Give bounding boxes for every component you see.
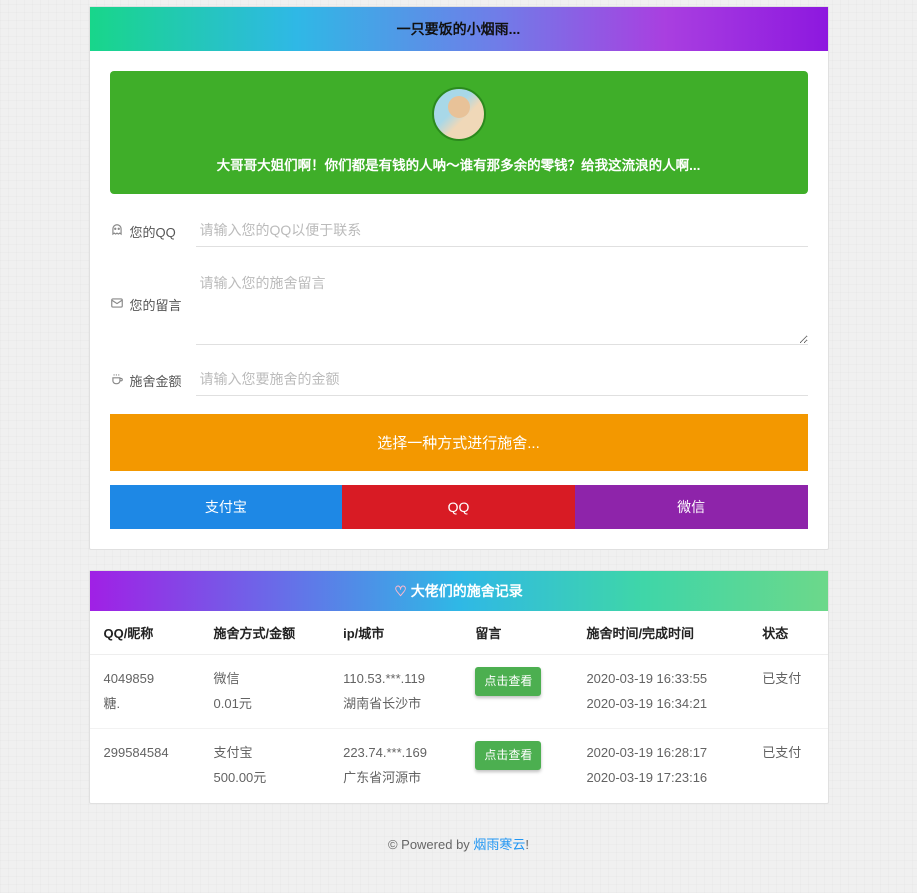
view-message-button[interactable]: 点击查看 xyxy=(475,667,541,696)
qq-label: 您的QQ xyxy=(110,214,196,241)
cell-method: 支付宝500.00元 xyxy=(200,729,330,803)
table-header-row: QQ/昵称 施舍方式/金额 ip/城市 留言 施舍时间/完成时间 状态 xyxy=(90,611,828,655)
message-row: 您的留言 xyxy=(110,265,808,345)
col-time: 施舍时间/完成时间 xyxy=(572,611,748,655)
amount-row: 施舍金额 xyxy=(110,363,808,396)
footer-suffix: ! xyxy=(525,837,529,852)
qq-input[interactable] xyxy=(196,214,808,247)
alipay-button[interactable]: 支付宝 xyxy=(110,485,343,529)
qq-row: 您的QQ xyxy=(110,214,808,247)
amount-label: 施舍金额 xyxy=(110,363,196,390)
col-ip: ip/城市 xyxy=(329,611,461,655)
cell-msg: 点击查看 xyxy=(461,655,572,729)
message-input[interactable] xyxy=(196,265,808,345)
view-message-button[interactable]: 点击查看 xyxy=(475,741,541,770)
message-label: 您的留言 xyxy=(110,265,196,314)
cell-qq: 4049859糖. xyxy=(90,655,200,729)
table-row: 4049859糖.微信0.01元110.53.***.119湖南省长沙市点击查看… xyxy=(90,655,828,729)
greeting-text: 大哥哥大姐们啊！你们都是有钱的人呐～谁有那多余的零钱？给我这流浪的人啊... xyxy=(130,154,788,174)
footer: © Powered by 烟雨寒云! xyxy=(89,834,829,853)
payment-row: 支付宝 QQ 微信 xyxy=(110,485,808,529)
card-title: 一只要饭的小烟雨... xyxy=(90,7,828,51)
choose-method-button[interactable]: 选择一种方式进行施舍... xyxy=(110,414,808,471)
ghost-icon xyxy=(110,223,124,240)
cell-status: 已支付 xyxy=(748,729,827,803)
col-status: 状态 xyxy=(748,611,827,655)
amount-input[interactable] xyxy=(196,363,808,396)
col-msg: 留言 xyxy=(461,611,572,655)
qq-pay-button[interactable]: QQ xyxy=(342,485,575,529)
coffee-icon xyxy=(110,372,124,389)
cell-msg: 点击查看 xyxy=(461,729,572,803)
avatar xyxy=(432,87,486,141)
cell-qq: 299584584 xyxy=(90,729,200,803)
greeting-panel: 大哥哥大姐们啊！你们都是有钱的人呐～谁有那多余的零钱？给我这流浪的人啊... xyxy=(110,71,808,194)
cell-time: 2020-03-19 16:33:552020-03-19 16:34:21 xyxy=(572,655,748,729)
wechat-button[interactable]: 微信 xyxy=(575,485,808,529)
cell-status: 已支付 xyxy=(748,655,827,729)
cell-ip: 110.53.***.119湖南省长沙市 xyxy=(329,655,461,729)
records-table: QQ/昵称 施舍方式/金额 ip/城市 留言 施舍时间/完成时间 状态 4049… xyxy=(90,611,828,803)
col-qq: QQ/昵称 xyxy=(90,611,200,655)
mail-icon xyxy=(110,296,124,313)
cell-time: 2020-03-19 16:28:172020-03-19 17:23:16 xyxy=(572,729,748,803)
cell-ip: 223.74.***.169广东省河源市 xyxy=(329,729,461,803)
donation-card: 一只要饭的小烟雨... 大哥哥大姐们啊！你们都是有钱的人呐～谁有那多余的零钱？给… xyxy=(89,6,829,550)
footer-prefix: © Powered by xyxy=(388,837,473,852)
col-method: 施舍方式/金额 xyxy=(200,611,330,655)
footer-link[interactable]: 烟雨寒云 xyxy=(473,837,525,852)
cell-method: 微信0.01元 xyxy=(200,655,330,729)
records-title-bar: ♡大佬们的施舍记录 xyxy=(90,571,828,611)
records-title: 大佬们的施舍记录 xyxy=(411,583,523,599)
table-row: 299584584支付宝500.00元223.74.***.169广东省河源市点… xyxy=(90,729,828,803)
heart-icon: ♡ xyxy=(394,583,407,599)
records-card: ♡大佬们的施舍记录 QQ/昵称 施舍方式/金额 ip/城市 留言 施舍时间/完成… xyxy=(89,570,829,804)
